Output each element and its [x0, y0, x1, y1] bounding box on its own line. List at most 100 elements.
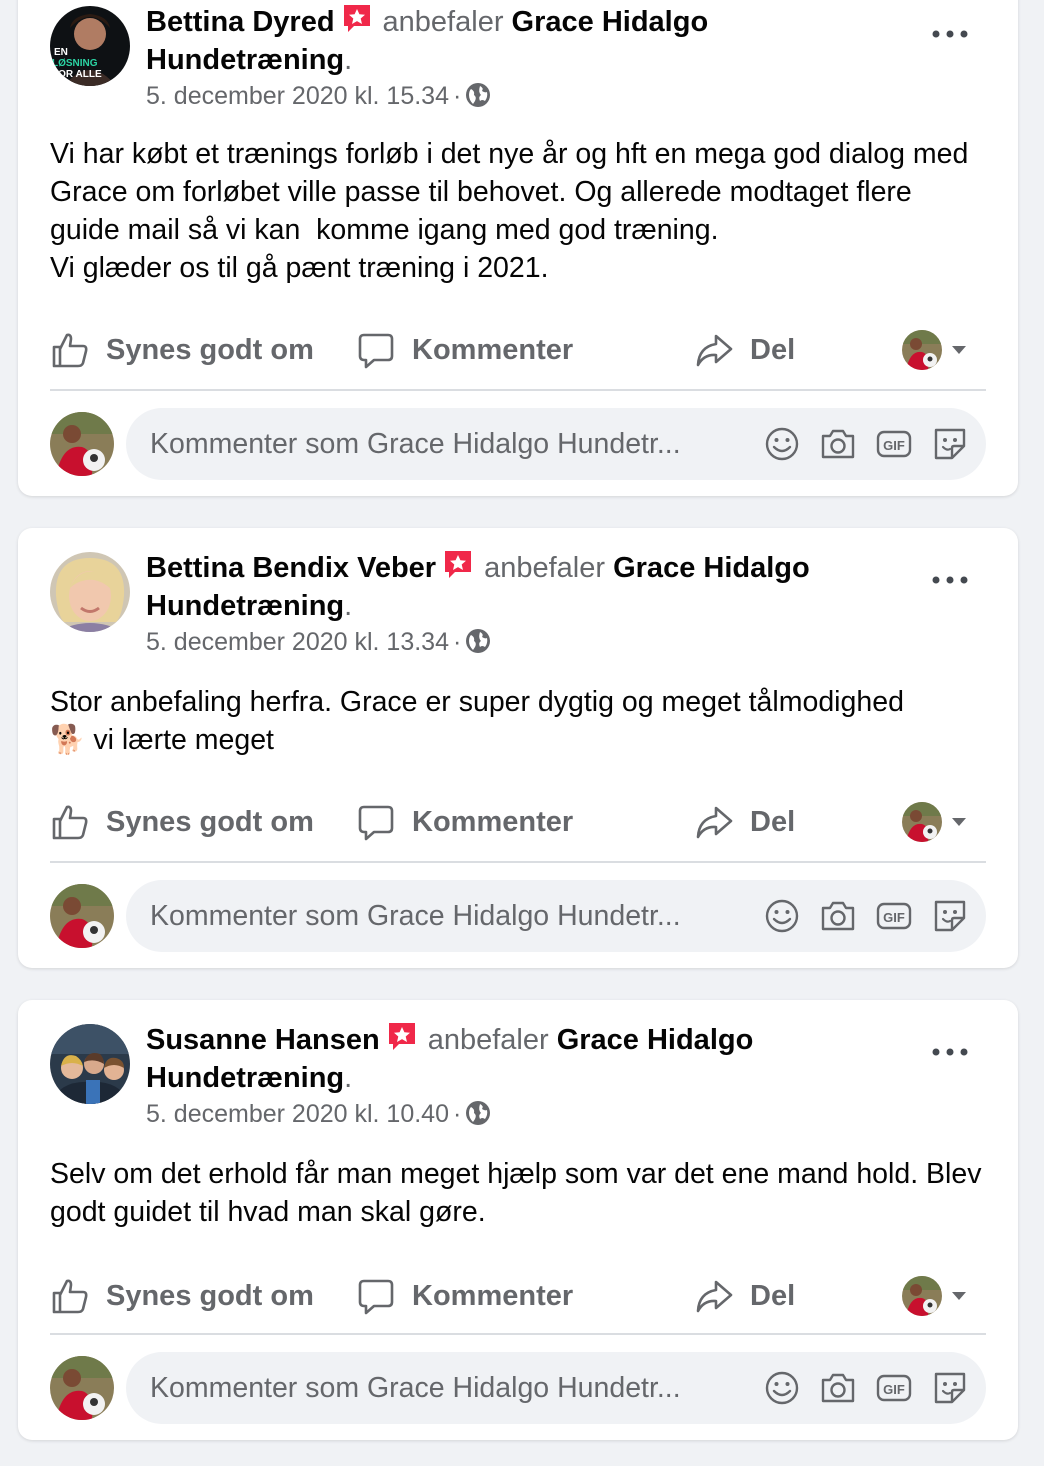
- gif-icon[interactable]: GIF: [874, 896, 914, 936]
- smiley-icon[interactable]: [762, 896, 802, 936]
- meta-separator: ·: [452, 1100, 462, 1128]
- timestamp[interactable]: 5. december 2020 kl. 10.40: [146, 1100, 449, 1128]
- thumbs-up-icon: [52, 805, 88, 840]
- comment-button[interactable]: Kommenter: [356, 320, 573, 380]
- sticker-icon[interactable]: [930, 424, 970, 464]
- post-text: Stor anbefaling herfra. Grace er super d…: [50, 686, 904, 756]
- more-icon[interactable]: [930, 568, 970, 592]
- action-bar: Synes godt om Kommenter Del: [50, 792, 986, 852]
- react-as-selector[interactable]: [902, 792, 966, 852]
- chevron-down-icon: [952, 346, 966, 354]
- comment-bubble-icon: [358, 333, 394, 369]
- like-button[interactable]: Synes godt om: [50, 1266, 314, 1326]
- sticker-icon[interactable]: [930, 1368, 970, 1408]
- headline-dot: .: [344, 1062, 353, 1094]
- camera-icon[interactable]: [818, 424, 858, 464]
- post-body: Selv om det erhold får man meget hjælp s…: [50, 1155, 988, 1231]
- star-badge-icon: [442, 548, 474, 580]
- svg-text:FOR ALLE: FOR ALLE: [52, 69, 102, 80]
- post-body: Vi har købt et trænings forløb i det nye…: [50, 135, 988, 287]
- comment-button[interactable]: Kommenter: [356, 1266, 573, 1326]
- svg-text:EN: EN: [54, 47, 68, 58]
- author-avatar[interactable]: [50, 552, 130, 632]
- timestamp[interactable]: 5. december 2020 kl. 13.34: [146, 628, 449, 656]
- share-button[interactable]: Del: [694, 792, 795, 852]
- comment-bubble-icon: [358, 1279, 394, 1315]
- sticker-icon[interactable]: [930, 896, 970, 936]
- action-bar: Synes godt om Kommenter Del: [50, 320, 986, 380]
- comment-input[interactable]: Kommenter som Grace Hidalgo Hundetr... G…: [126, 408, 986, 480]
- comment-tools: GIF: [746, 896, 970, 936]
- gif-icon[interactable]: GIF: [874, 424, 914, 464]
- thumbs-up-icon: [52, 1279, 88, 1314]
- share-button[interactable]: Del: [694, 320, 795, 380]
- like-label: Synes godt om: [106, 1279, 314, 1312]
- share-arrow-icon: [696, 806, 733, 839]
- react-as-selector[interactable]: [902, 320, 966, 380]
- post-card: Susanne Hansen anbefaler Grace Hidalgo Hu…: [18, 1000, 1018, 1440]
- comment-tools: GIF: [746, 1368, 970, 1408]
- meta-separator: ·: [452, 628, 462, 656]
- divider: [50, 389, 986, 391]
- share-label: Del: [750, 805, 796, 838]
- post-headline: Bettina Dyred anbefaler Grace Hidalgo Hun…: [146, 2, 906, 79]
- feed: EN LØSNING FOR ALLE Bettina Dyred anbefal…: [0, 0, 1044, 1466]
- page-avatar: [50, 884, 114, 948]
- share-label: Del: [750, 333, 796, 366]
- post-headline: Susanne Hansen anbefaler Grace Hidalgo Hu…: [146, 1020, 906, 1097]
- camera-icon[interactable]: [818, 1368, 858, 1408]
- author-name[interactable]: Bettina Dyred: [146, 6, 335, 38]
- comment-input[interactable]: Kommenter som Grace Hidalgo Hundetr... G…: [126, 880, 986, 952]
- author-avatar[interactable]: [50, 1024, 130, 1104]
- page-avatar: [50, 412, 114, 476]
- globe-icon: [465, 628, 491, 654]
- smiley-icon[interactable]: [762, 424, 802, 464]
- comment-button[interactable]: Kommenter: [356, 792, 573, 852]
- svg-text:GIF: GIF: [883, 910, 905, 925]
- comment-placeholder: Kommenter som Grace Hidalgo Hundetr...: [150, 428, 681, 460]
- like-button[interactable]: Synes godt om: [50, 320, 314, 380]
- author-avatar[interactable]: EN LØSNING FOR ALLE: [50, 6, 130, 86]
- author-name[interactable]: Bettina Bendix Veber: [146, 552, 436, 584]
- author-name[interactable]: Susanne Hansen: [146, 1024, 380, 1056]
- comment-placeholder: Kommenter som Grace Hidalgo Hundetr...: [150, 900, 681, 932]
- meta-separator: ·: [452, 82, 462, 110]
- comment-label: Kommenter: [412, 805, 574, 838]
- post-meta: 5. december 2020 kl. 15.34 ·: [146, 82, 491, 111]
- post-headline: Bettina Bendix Veber anbefaler Grace Hida…: [146, 548, 906, 625]
- comment-composer: Kommenter som Grace Hidalgo Hundetr... G…: [50, 880, 986, 952]
- globe-icon: [465, 1100, 491, 1126]
- more-icon[interactable]: [930, 22, 970, 46]
- svg-text:GIF: GIF: [883, 438, 905, 453]
- comment-input[interactable]: Kommenter som Grace Hidalgo Hundetr... G…: [126, 1352, 986, 1424]
- action-bar: Synes godt om Kommenter Del: [50, 1266, 986, 1326]
- share-label: Del: [750, 1279, 796, 1312]
- like-button[interactable]: Synes godt om: [50, 792, 314, 852]
- timestamp[interactable]: 5. december 2020 kl. 15.34: [146, 82, 449, 110]
- chevron-down-icon: [952, 818, 966, 826]
- headline-dot: .: [344, 590, 353, 622]
- post-card: Bettina Bendix Veber anbefaler Grace Hida…: [18, 528, 1018, 968]
- comment-label: Kommenter: [412, 1279, 574, 1312]
- comment-placeholder: Kommenter som Grace Hidalgo Hundetr...: [150, 1372, 681, 1404]
- post-body: Stor anbefaling herfra. Grace er super d…: [50, 683, 988, 759]
- smiley-icon[interactable]: [762, 1368, 802, 1408]
- post-text: Selv om det erhold får man meget hjælp s…: [50, 1158, 990, 1228]
- camera-icon[interactable]: [818, 896, 858, 936]
- comment-composer: Kommenter som Grace Hidalgo Hundetr... G…: [50, 408, 986, 480]
- more-icon[interactable]: [930, 1040, 970, 1064]
- recommends-verb: anbefaler: [382, 6, 504, 38]
- star-badge-icon: [341, 2, 373, 34]
- share-button[interactable]: Del: [694, 1266, 795, 1326]
- share-arrow-icon: [696, 1280, 733, 1313]
- like-label: Synes godt om: [106, 333, 314, 366]
- post-card: EN LØSNING FOR ALLE Bettina Dyred anbefal…: [18, 0, 1018, 496]
- gif-icon[interactable]: GIF: [874, 1368, 914, 1408]
- comment-composer: Kommenter som Grace Hidalgo Hundetr... G…: [50, 1352, 986, 1424]
- page-avatar: [50, 1356, 114, 1420]
- page-avatar: [902, 330, 942, 370]
- react-as-selector[interactable]: [902, 1266, 966, 1326]
- recommends-verb: anbefaler: [484, 552, 606, 584]
- thumbs-up-icon: [52, 333, 88, 368]
- comment-label: Kommenter: [412, 333, 574, 366]
